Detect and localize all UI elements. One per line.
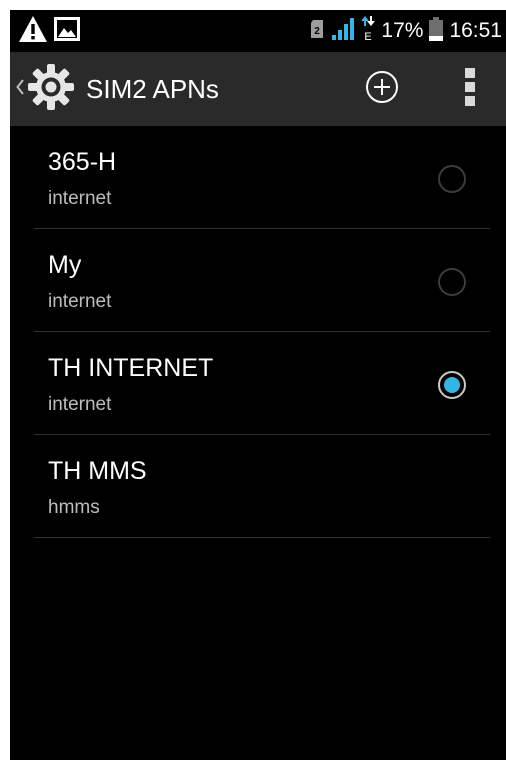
- apn-name: My: [48, 251, 82, 279]
- up-navigation-button[interactable]: [10, 52, 84, 126]
- apn-name: 365-H: [48, 148, 117, 176]
- signal-icon: [331, 17, 355, 46]
- battery-percent: 17%: [381, 19, 424, 42]
- apn-list: 365-H internet My internet TH INTERNET i…: [10, 126, 506, 538]
- phone-screen: 2 E 17% 16:51 SIM2 APNs 365-H internet M…: [10, 10, 506, 760]
- svg-text:E: E: [365, 31, 372, 42]
- apn-value: internet: [48, 188, 112, 209]
- clock: 16:51: [449, 19, 502, 42]
- warning-icon: [18, 15, 48, 48]
- picture-icon: [54, 16, 80, 46]
- action-bar: SIM2 APNs: [10, 52, 506, 126]
- apn-item-th-mms[interactable]: TH MMS hmms: [10, 435, 506, 538]
- apn-value: internet: [48, 394, 112, 415]
- apn-name: TH MMS: [48, 457, 147, 485]
- apn-item-th-internet[interactable]: TH INTERNET internet: [10, 332, 506, 435]
- add-icon: [365, 70, 399, 109]
- settings-gear-icon: [26, 62, 76, 117]
- back-caret-icon: [16, 78, 24, 100]
- apn-value: hmms: [48, 497, 100, 518]
- apn-radio-button[interactable]: [438, 268, 466, 296]
- system-icons: 2 E 17% 16:51: [309, 15, 502, 47]
- notification-icons: [18, 15, 80, 48]
- apn-name: TH INTERNET: [48, 354, 214, 382]
- page-title: SIM2 APNs: [86, 74, 219, 104]
- sim-icon: 2: [309, 18, 325, 45]
- add-apn-button[interactable]: [362, 69, 402, 109]
- status-bar: 2 E 17% 16:51: [10, 10, 506, 52]
- apn-item-my[interactable]: My internet: [10, 229, 506, 332]
- data-e-icon: E: [361, 15, 376, 47]
- apn-value: internet: [48, 291, 112, 312]
- battery-icon: [429, 16, 444, 46]
- overflow-menu-button[interactable]: [456, 66, 484, 112]
- apn-radio-button[interactable]: [438, 165, 466, 193]
- apn-radio-button-selected[interactable]: [438, 371, 466, 399]
- radio-selected-dot: [444, 377, 460, 393]
- divider: [34, 537, 490, 538]
- overflow-menu-icon: [464, 67, 476, 112]
- apn-item-365-h[interactable]: 365-H internet: [10, 126, 506, 229]
- svg-text:2: 2: [315, 26, 321, 37]
